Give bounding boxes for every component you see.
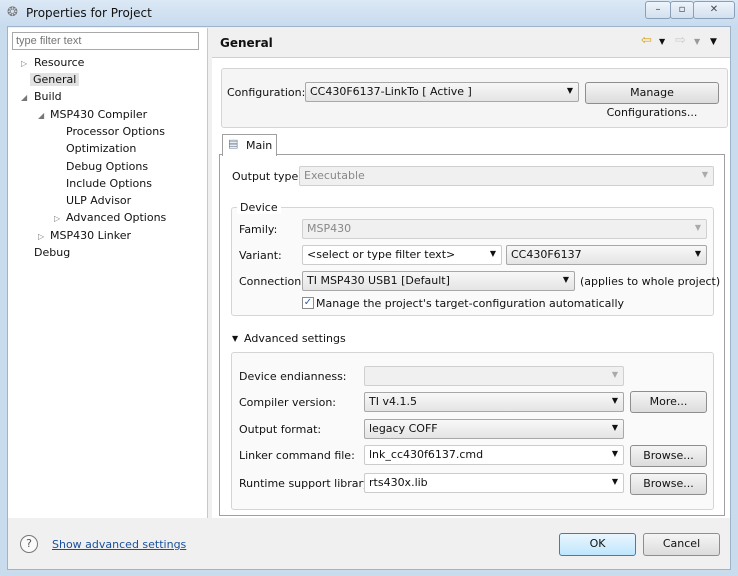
tree-item-include-options[interactable]: Include Options	[66, 177, 152, 190]
variant-value: CC430F6137	[511, 248, 582, 261]
runtime-library-value: rts430x.lib	[369, 476, 428, 489]
linker-command-file-input[interactable]: lnk_cc430f6137.cmd ▼	[364, 445, 624, 465]
dropdown-arrow-icon: ▼	[562, 275, 569, 284]
tree-item-optimization[interactable]: Optimization	[66, 142, 136, 155]
forward-menu-icon[interactable]: ▼	[694, 37, 700, 46]
collapse-icon[interactable]: ◢	[21, 93, 27, 102]
show-advanced-settings-link[interactable]: Show advanced settings	[52, 538, 186, 551]
family-value: MSP430	[307, 222, 352, 235]
tab-main-label: Main	[246, 139, 273, 152]
tree-item-msp430-linker[interactable]: MSP430 Linker	[50, 229, 131, 242]
runtime-library-label: Runtime support library:	[239, 477, 373, 490]
family-select[interactable]: MSP430 ▼	[302, 219, 707, 239]
table-icon: ▤	[228, 137, 239, 150]
collapse-icon[interactable]: ◢	[38, 111, 44, 120]
variant-select[interactable]: CC430F6137 ▼	[506, 245, 707, 265]
dropdown-arrow-icon: ▼	[701, 170, 708, 179]
more-button[interactable]: More...	[630, 391, 707, 413]
title-bar: ❂ Properties for Project – ▫ ✕	[0, 0, 738, 26]
tab-main[interactable]: ▤ Main	[222, 134, 277, 156]
connection-label: Connection:	[239, 275, 305, 288]
configuration-value: CC430F6137-LinkTo [ Active ]	[310, 85, 472, 98]
connection-value: TI MSP430 USB1 [Default]	[307, 274, 450, 287]
connection-note: (applies to whole project)	[580, 275, 721, 288]
dropdown-arrow-icon: ▼	[611, 370, 618, 379]
expand-icon[interactable]: ▷	[38, 232, 44, 241]
device-legend: Device	[237, 201, 281, 214]
configuration-select[interactable]: CC430F6137-LinkTo [ Active ] ▼	[305, 82, 579, 102]
output-type-value: Executable	[304, 169, 365, 182]
dropdown-arrow-icon: ▼	[611, 477, 618, 486]
output-format-value: legacy COFF	[369, 422, 438, 435]
connection-select[interactable]: TI MSP430 USB1 [Default] ▼	[302, 271, 575, 291]
help-icon[interactable]: ?	[20, 535, 38, 553]
minimize-button[interactable]: –	[645, 1, 671, 19]
dropdown-arrow-icon: ▼	[489, 249, 496, 258]
expand-icon[interactable]: ▷	[21, 59, 27, 68]
back-icon[interactable]: ⇦	[641, 33, 652, 48]
configuration-label: Configuration:	[227, 86, 306, 99]
compiler-version-value: TI v4.1.5	[369, 395, 417, 408]
ok-button[interactable]: OK	[559, 533, 636, 556]
output-format-select[interactable]: legacy COFF ▼	[364, 419, 624, 439]
tree-item-advanced-options[interactable]: Advanced Options	[66, 211, 166, 224]
dropdown-arrow-icon: ▼	[611, 396, 618, 405]
app-icon: ❂	[7, 5, 18, 20]
dropdown-arrow-icon: ▼	[566, 86, 573, 95]
variant-filter-value: <select or type filter text>	[307, 248, 456, 261]
filter-input[interactable]	[12, 32, 199, 50]
cancel-button[interactable]: Cancel	[643, 533, 720, 556]
browse-runtime-button[interactable]: Browse...	[630, 473, 707, 495]
linker-command-file-label: Linker command file:	[239, 449, 355, 462]
tree-item-general[interactable]: General	[30, 73, 80, 86]
variant-filter-input[interactable]: <select or type filter text> ▼	[302, 245, 502, 265]
tree-item-msp430-compiler[interactable]: MSP430 Compiler	[50, 108, 147, 121]
manage-configurations-button[interactable]: Manage Configurations...	[585, 82, 719, 119]
output-type-label: Output type:	[232, 170, 302, 183]
manage-target-config-label: Manage the project's target-configuratio…	[316, 297, 625, 310]
compiler-version-select[interactable]: TI v4.1.5 ▼	[364, 392, 624, 412]
advanced-settings-toggle[interactable]: Advanced settings	[244, 332, 346, 345]
view-menu-icon[interactable]: ▼	[710, 37, 717, 47]
close-button[interactable]: ✕	[693, 1, 735, 19]
page-title: General	[220, 36, 273, 50]
variant-label: Variant:	[239, 249, 282, 262]
collapse-icon[interactable]: ▼	[232, 334, 238, 343]
dropdown-arrow-icon: ▼	[694, 249, 701, 258]
runtime-library-input[interactable]: rts430x.lib ▼	[364, 473, 624, 493]
tree-item-ulp-advisor[interactable]: ULP Advisor	[66, 194, 131, 207]
maximize-button[interactable]: ▫	[670, 1, 694, 19]
linker-command-file-value: lnk_cc430f6137.cmd	[369, 448, 484, 461]
output-format-label: Output format:	[239, 423, 322, 436]
tree-item-build[interactable]: Build	[34, 90, 62, 103]
family-label: Family:	[239, 223, 278, 236]
dropdown-arrow-icon: ▼	[611, 423, 618, 432]
output-type-select[interactable]: Executable ▼	[299, 166, 714, 186]
compiler-version-label: Compiler version:	[239, 396, 337, 409]
dropdown-arrow-icon: ▼	[611, 449, 618, 458]
forward-icon[interactable]: ⇨	[675, 33, 686, 48]
tree-item-debug-options[interactable]: Debug Options	[66, 160, 148, 173]
endianness-select[interactable]: ▼	[364, 366, 624, 386]
expand-icon[interactable]: ▷	[54, 214, 60, 223]
endianness-label: Device endianness:	[239, 370, 347, 383]
tree-item-resource[interactable]: Resource	[34, 56, 84, 69]
tree-item-processor-options[interactable]: Processor Options	[66, 125, 165, 138]
window-title: Properties for Project	[26, 6, 152, 20]
browse-linker-button[interactable]: Browse...	[630, 445, 707, 467]
tree-item-debug[interactable]: Debug	[34, 246, 70, 259]
manage-target-config-checkbox[interactable]: ✓	[302, 297, 314, 309]
back-menu-icon[interactable]: ▼	[659, 37, 665, 46]
dropdown-arrow-icon: ▼	[694, 223, 701, 232]
